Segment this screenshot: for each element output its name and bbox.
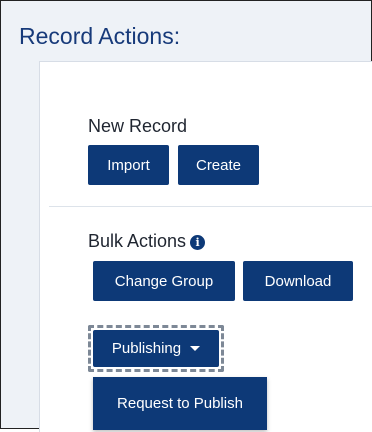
- new-record-label: New Record: [88, 116, 188, 136]
- create-button[interactable]: Create: [178, 145, 259, 185]
- publishing-dropdown-button[interactable]: Publishing: [93, 330, 219, 367]
- section-divider: [49, 206, 372, 207]
- bulk-actions-label: Bulk Actions: [88, 231, 187, 251]
- panel-title: Record Actions:: [19, 23, 181, 49]
- download-button[interactable]: Download: [243, 261, 353, 301]
- import-button[interactable]: Import: [88, 145, 169, 185]
- caret-down-icon: [190, 346, 201, 351]
- record-actions-panel: Record Actions: New Record Import Create…: [0, 0, 372, 432]
- info-circle-icon[interactable]: i: [190, 235, 206, 250]
- menu-item-request-to-publish[interactable]: Request to Publish: [93, 377, 267, 430]
- change-group-button[interactable]: Change Group: [93, 261, 235, 301]
- bulk-actions-heading: Bulk Actions i: [88, 231, 206, 252]
- publishing-dropdown-menu: Request to Publish: [93, 377, 267, 430]
- publishing-label: Publishing: [111, 340, 182, 357]
